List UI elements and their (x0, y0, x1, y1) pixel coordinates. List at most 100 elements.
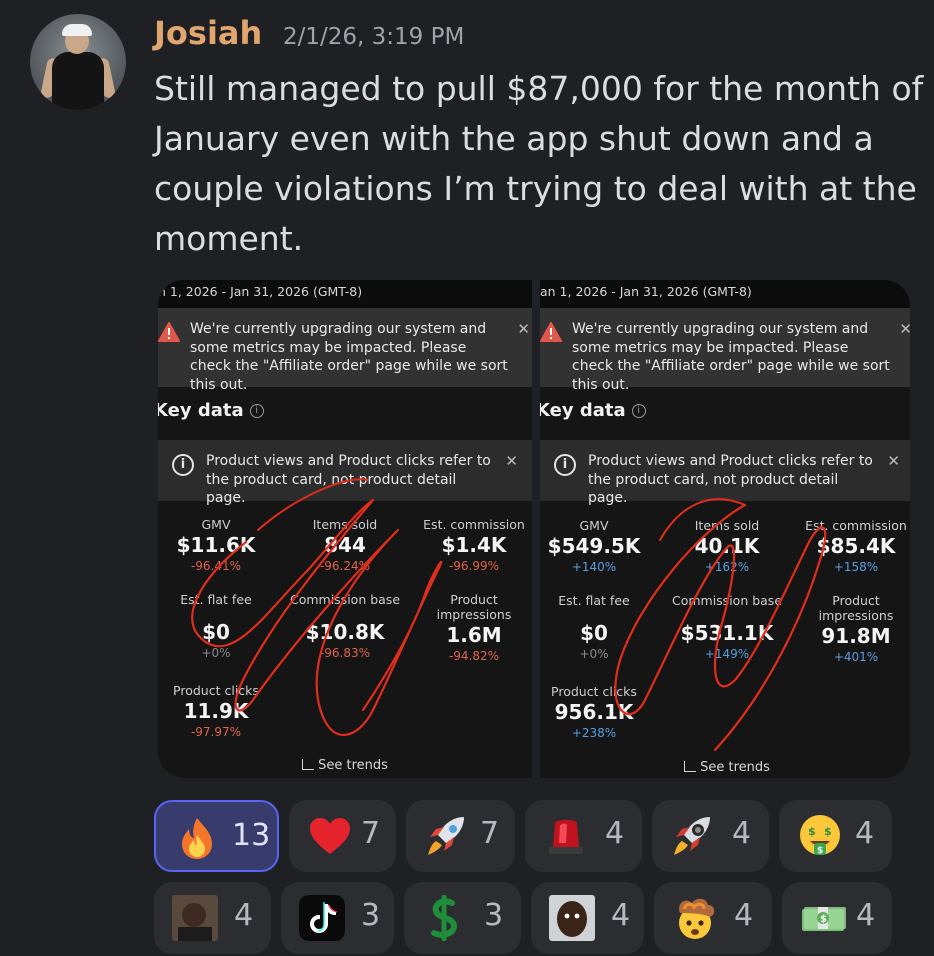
warning-icon (158, 322, 180, 342)
metric-label: Product impressions (436, 592, 512, 622)
reaction-tiktok[interactable]: 3 (281, 882, 394, 954)
date-range-text: an 1, 2026 - Jan 31, 2026 (GMT-8) (540, 284, 752, 299)
metric-label: Product impressions (818, 593, 894, 623)
notice-text: We're currently upgrading our system and… (572, 321, 890, 393)
metric-label: GMV (579, 518, 609, 533)
avatar[interactable] (30, 14, 126, 110)
see-trends-link[interactable]: See trends (540, 760, 910, 775)
close-icon[interactable]: ✕ (517, 320, 530, 338)
metric-change: +238% (571, 726, 617, 740)
metric-est-commission: Est. commission $85.4K +158% (796, 518, 910, 575)
metric-value: $85.4K (816, 534, 896, 558)
metric-label: GMV (201, 517, 231, 532)
metric-label: Product clicks (551, 684, 637, 699)
metric-value: $0 (202, 620, 230, 644)
key-data-title: Key data (540, 400, 626, 421)
reaction-exploding-head[interactable]: 4 (654, 882, 772, 954)
metric-product-clicks: Product clicks 11.9K -97.97% (158, 683, 276, 740)
metric-label: Est. commission (805, 518, 907, 533)
close-icon[interactable]: ✕ (899, 320, 910, 338)
info-icon[interactable]: i (249, 404, 264, 418)
metric-label: Commission base (671, 593, 783, 608)
chart-icon (684, 761, 697, 772)
date-range: n 1, 2026 - Jan 31, 2026 (GMT-8) (158, 280, 532, 308)
reaction-custom-rocket[interactable]: 4 (652, 800, 769, 872)
metric-value: $1.4K (441, 533, 507, 557)
metric-change: +162% (704, 560, 750, 574)
metric-change: +149% (704, 647, 750, 661)
money-stack-icon: $ (802, 907, 846, 931)
message-timestamp[interactable]: 2/1/26, 3:19 PM (283, 24, 464, 50)
metric-value: 1.6M (446, 623, 502, 647)
metric-product-impressions: Product impressions 91.8M +401% (796, 593, 910, 665)
reaction-dollar[interactable]: 3 (404, 882, 521, 954)
reaction-count: 4 (855, 816, 875, 851)
metric-items-sold: Items sold 844 -96.24% (285, 517, 405, 574)
police-siren-icon (549, 820, 583, 854)
reaction-rocket[interactable]: 7 (406, 800, 515, 872)
metric-items-sold: Items sold 40.1K +162% (667, 518, 787, 575)
metric-label: Est. flat fee (180, 592, 252, 607)
metric-change: +140% (571, 560, 617, 574)
metric-change: -96.99% (448, 559, 500, 573)
image-attachment[interactable]: n 1, 2026 - Jan 31, 2026 (GMT-8) We're c… (158, 280, 910, 778)
metric-value: 91.8M (821, 624, 891, 648)
reaction-count: 4 (234, 898, 254, 933)
info-icon: i (172, 454, 194, 476)
metric-change: +0% (201, 646, 231, 660)
metric-label: Items sold (312, 517, 378, 532)
metric-change: -97.97% (190, 725, 242, 739)
fire-icon (182, 818, 212, 859)
metric-est-flat-fee: Est. flat fee $0 +0% (158, 592, 276, 661)
reaction-count: 4 (605, 816, 625, 851)
reaction-count: 3 (484, 898, 504, 933)
reaction-count: 13 (232, 818, 271, 853)
close-icon[interactable]: ✕ (505, 452, 518, 470)
custom-face-icon (172, 895, 218, 941)
reaction-fire[interactable]: 13 (154, 800, 279, 872)
metric-change: -94.82% (448, 649, 500, 663)
metric-change: +158% (833, 560, 879, 574)
svg-text:$: $ (817, 846, 823, 856)
chart-icon (302, 759, 315, 770)
custom-face-icon (549, 895, 595, 941)
metric-label: Est. flat fee (558, 593, 630, 608)
reaction-money-mouth[interactable]: $ $ $ 4 (779, 800, 892, 872)
warning-icon (540, 322, 562, 342)
metric-label: Product clicks (173, 683, 259, 698)
reaction-count: 7 (361, 816, 381, 851)
close-icon[interactable]: ✕ (887, 452, 900, 470)
see-trends-link[interactable]: See trends (158, 758, 532, 773)
metric-value: $10.8K (305, 620, 385, 644)
metric-change: -96.41% (190, 559, 242, 573)
reaction-heart[interactable]: 7 (289, 800, 396, 872)
metric-commission-base: Commission base $531.1K +149% (667, 593, 787, 662)
see-trends-label: See trends (318, 758, 388, 773)
author-name[interactable]: Josiah (154, 14, 262, 52)
metric-value: $11.6K (176, 533, 256, 557)
custom-rocket-icon (674, 817, 710, 855)
reaction-money-bag[interactable]: $ 4 (782, 882, 892, 954)
tip-text: Product views and Product clicks refer t… (206, 453, 491, 506)
metric-product-impressions: Product impressions 1.6M -94.82% (414, 592, 532, 664)
reaction-custom-face-1[interactable]: 4 (154, 882, 271, 954)
screenshot-left[interactable]: n 1, 2026 - Jan 31, 2026 (GMT-8) We're c… (158, 280, 532, 778)
screenshot-right[interactable]: an 1, 2026 - Jan 31, 2026 (GMT-8) We're … (540, 280, 910, 778)
red-heart-icon (310, 818, 350, 854)
metric-label: Commission base (289, 592, 401, 607)
svg-text:$: $ (808, 825, 816, 838)
svg-text:$: $ (824, 825, 832, 838)
see-trends-label: See trends (700, 760, 770, 775)
metric-change: -96.24% (319, 559, 371, 573)
info-icon[interactable]: i (631, 404, 646, 418)
avatar-figure (52, 52, 104, 110)
reaction-custom-face-2[interactable]: 4 (531, 882, 644, 954)
key-data-title: Key data (158, 400, 244, 421)
reaction-police-siren[interactable]: 4 (525, 800, 642, 872)
metric-gmv: GMV $549.5K +140% (540, 518, 654, 575)
metric-value: $0 (580, 621, 608, 645)
metric-label: Items sold (694, 518, 760, 533)
metric-product-clicks: Product clicks 956.1K +238% (540, 684, 654, 741)
reaction-count: 4 (732, 816, 752, 851)
reaction-count: 4 (856, 898, 876, 933)
